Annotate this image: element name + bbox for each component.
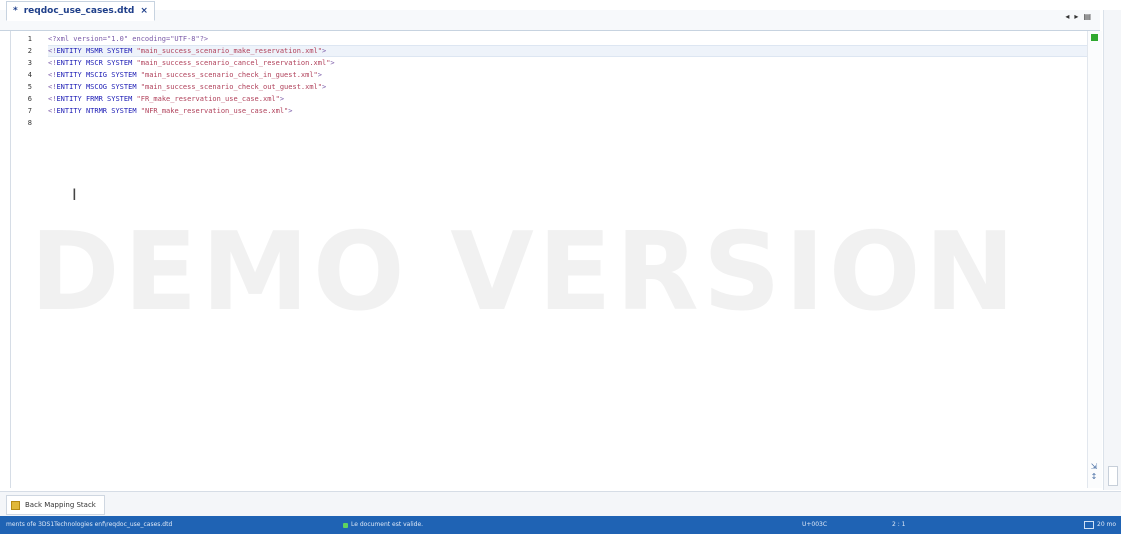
- line-number: 2: [27, 47, 32, 55]
- token-keyword: ENTITY: [56, 83, 82, 91]
- code-line-entity[interactable]: <!ENTITY MSCR SYSTEM "main_success_scena…: [48, 57, 1088, 69]
- overview-ruler[interactable]: [1087, 31, 1102, 488]
- token-keyword: ENTITY: [56, 95, 82, 103]
- line-number: 6: [27, 95, 32, 103]
- back-mapping-stack-tab[interactable]: Back Mapping Stack: [6, 495, 105, 515]
- ruler-buttons: ⇲ ↕: [1088, 462, 1100, 482]
- token-entity-name: MSCR: [85, 59, 103, 67]
- bottom-view-bar: [0, 491, 1121, 516]
- editor-tab-bar: [0, 10, 1100, 31]
- line-number: 4: [27, 71, 32, 79]
- token-string: "main_success_scenario_cancel_reservatio…: [136, 59, 331, 67]
- code-line-empty[interactable]: [48, 117, 1088, 129]
- token-keyword: ENTITY: [56, 59, 82, 67]
- token-bracket: >: [321, 83, 327, 91]
- sync-icon[interactable]: ↕: [1088, 472, 1100, 482]
- status-memory[interactable]: 20 mo: [1084, 516, 1116, 534]
- token-entity-name: FRMR: [85, 95, 103, 103]
- status-memory-text: 20 mo: [1097, 521, 1117, 528]
- tab-list-menu-icon[interactable]: ▤: [1083, 12, 1091, 21]
- status-char-code: U+003C: [802, 521, 828, 528]
- text-cursor-icon: I: [72, 185, 77, 204]
- token-entity-name: NTRMR: [85, 107, 108, 115]
- code-line-entity[interactable]: <!ENTITY MSMR SYSTEM "main_success_scena…: [48, 45, 1088, 57]
- code-line-entity[interactable]: <!ENTITY MSCIG SYSTEM "main_success_scen…: [48, 69, 1088, 81]
- token-string: "NFR_make_reservation_use_case.xml": [140, 107, 289, 115]
- stack-icon: [11, 500, 20, 510]
- token-string: "main_success_scenario_make_reservation.…: [136, 47, 322, 55]
- line-number: 5: [27, 83, 32, 91]
- status-bar: ments ofe 3DS1Technologies enf\reqdoc_us…: [0, 516, 1121, 534]
- close-tab-icon[interactable]: ×: [140, 6, 148, 16]
- code-line-entity[interactable]: <!ENTITY MSCOG SYSTEM "main_success_scen…: [48, 81, 1088, 93]
- bottom-tab-label: Back Mapping Stack: [25, 501, 96, 509]
- token-keyword: SYSTEM: [107, 59, 133, 67]
- token-bracket: >: [317, 71, 322, 79]
- line-number-gutter: 1 2 3 4 5 6 7 8: [10, 33, 34, 129]
- token-bracket: >: [288, 107, 293, 115]
- modified-marker: *: [13, 6, 18, 16]
- token-bracket: >: [321, 47, 327, 55]
- editor-tab-reqdoc[interactable]: * reqdoc_use_cases.dtd ×: [6, 1, 155, 21]
- line-number: 3: [27, 59, 32, 67]
- tab-title: reqdoc_use_cases.dtd: [23, 6, 135, 16]
- side-panel-strip: [1103, 10, 1121, 490]
- token-keyword: SYSTEM: [107, 47, 133, 55]
- next-tab-icon[interactable]: ▸: [1074, 12, 1078, 21]
- code-lines[interactable]: <?xml version="1.0" encoding="UTF-8"?> <…: [48, 33, 1088, 129]
- token-keyword: SYSTEM: [111, 83, 137, 91]
- line-number: 1: [27, 35, 32, 43]
- token-keyword: ENTITY: [56, 71, 82, 79]
- memory-icon: [1084, 520, 1094, 529]
- token-entity-name: MSCOG: [85, 83, 108, 91]
- tab-navigation: ◂ ▸ ▤: [1065, 12, 1091, 21]
- token-bracket: >: [330, 59, 335, 67]
- code-line-entity[interactable]: <!ENTITY FRMR SYSTEM "FR_make_reservatio…: [48, 93, 1088, 105]
- token-keyword: ENTITY: [56, 107, 82, 115]
- xml-declaration: <?xml version="1.0" encoding="UTF-8"?>: [48, 35, 209, 43]
- previous-tab-icon[interactable]: ◂: [1065, 12, 1069, 21]
- side-panel-toggle-button[interactable]: [1108, 466, 1118, 486]
- token-keyword: SYSTEM: [111, 107, 137, 115]
- document-valid-indicator-icon[interactable]: [1091, 34, 1098, 41]
- expand-icon[interactable]: ⇲: [1088, 462, 1100, 472]
- token-bracket: >: [279, 95, 285, 103]
- status-validation-text: Le document est valide.: [351, 521, 424, 528]
- token-string: "FR_make_reservation_use_case.xml": [136, 95, 280, 103]
- line-number: 7: [27, 107, 32, 115]
- valid-check-icon: [343, 522, 348, 528]
- line-number: 8: [27, 119, 32, 127]
- token-string: "main_success_scenario_check_out_guest.x…: [140, 83, 322, 91]
- token-string: "main_success_scenario_check_in_guest.xm…: [140, 71, 318, 79]
- xml-editor-window: * reqdoc_use_cases.dtd × ◂ ▸ ▤ DEMO VERS…: [0, 0, 1121, 534]
- token-keyword: SYSTEM: [111, 71, 137, 79]
- status-validation[interactable]: Le document est valide.: [343, 516, 423, 534]
- token-entity-name: MSCIG: [85, 71, 108, 79]
- status-file-path: ments ofe 3DS1Technologies enf\reqdoc_us…: [6, 521, 173, 528]
- code-line-xml-declaration[interactable]: <?xml version="1.0" encoding="UTF-8"?>: [48, 33, 1088, 45]
- token-entity-name: MSMR: [85, 47, 103, 55]
- token-keyword: SYSTEM: [107, 95, 133, 103]
- code-line-entity[interactable]: <!ENTITY NTRMR SYSTEM "NFR_make_reservat…: [48, 105, 1088, 117]
- token-keyword: ENTITY: [56, 47, 82, 55]
- status-cursor-position: 2 : 1: [892, 521, 906, 528]
